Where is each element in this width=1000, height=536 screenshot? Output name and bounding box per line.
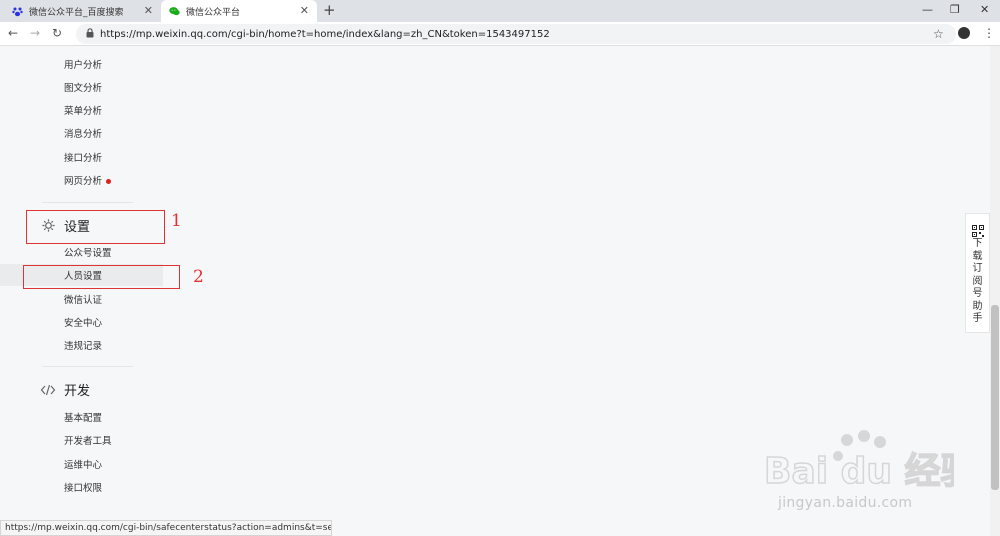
browser-toolbar: ← → ↻ https://mp.weixin.qq.com/cgi-bin/h… <box>0 22 1000 46</box>
baidu-paw-icon <box>12 6 23 17</box>
tab-title: 微信公众平台 <box>186 7 241 18</box>
tab-title: 微信公众平台_百度搜索 <box>29 7 124 18</box>
menu-item-user-analysis[interactable]: 用户分析 <box>64 57 102 71</box>
menu-item-basic-config[interactable]: 基本配置 <box>64 410 102 424</box>
annotation-box-1 <box>26 210 165 244</box>
subscription-assistant-download[interactable]: 下载订阅号助手 <box>965 213 990 333</box>
url-text: https://mp.weixin.qq.com/cgi-bin/home?t=… <box>100 28 550 40</box>
menu-item-api-permissions[interactable]: 接口权限 <box>64 480 102 494</box>
menu-item-web-analysis[interactable]: 网页分析 <box>64 173 112 187</box>
menu-item-wechat-verification[interactable]: 微信认证 <box>64 292 102 306</box>
browser-tab-bar: 微信公众平台_百度搜索 ✕ 微信公众平台 ✕ + — ❐ ✕ <box>0 0 1000 22</box>
menu-item-label: 网页分析 <box>64 176 103 187</box>
watermark-site: jingyan.baidu.com <box>778 495 913 511</box>
menu-item-message-analysis[interactable]: 消息分析 <box>64 126 102 140</box>
address-bar[interactable]: https://mp.weixin.qq.com/cgi-bin/home?t=… <box>76 24 956 44</box>
menu-item-security-center[interactable]: 安全中心 <box>64 315 102 329</box>
lock-icon <box>86 27 94 41</box>
annotation-number-2: 2 <box>193 267 204 287</box>
tab-baidu-search[interactable]: 微信公众平台_百度搜索 ✕ <box>6 0 161 22</box>
menu-item-ops-center[interactable]: 运维中心 <box>64 457 102 471</box>
tab-weixin-mp[interactable]: 微信公众平台 ✕ <box>161 0 317 22</box>
side-tool-label: 下载订阅号助手 <box>972 238 983 324</box>
account-avatar-icon[interactable] <box>958 27 970 39</box>
window-close-icon[interactable]: ✕ <box>980 3 989 16</box>
menu-item-article-analysis[interactable]: 图文分析 <box>64 80 102 94</box>
wechat-icon <box>169 6 180 17</box>
annotation-number-1: 1 <box>171 211 182 231</box>
menu-item-account-settings[interactable]: 公众号设置 <box>64 245 112 259</box>
status-bar-url: https://mp.weixin.qq.com/cgi-bin/safecen… <box>0 520 332 536</box>
close-tab-icon[interactable]: ✕ <box>144 4 153 17</box>
minimize-icon[interactable]: — <box>922 3 933 16</box>
back-icon[interactable]: ← <box>8 26 18 40</box>
restore-icon[interactable]: ❐ <box>950 3 960 16</box>
page-scrollbar-thumb[interactable] <box>991 305 999 490</box>
menu-item-developer-tools[interactable]: 开发者工具 <box>64 433 112 447</box>
code-icon <box>40 382 56 398</box>
annotation-box-2 <box>23 265 180 289</box>
new-dot-badge <box>106 179 112 184</box>
qr-code-icon <box>971 222 984 237</box>
watermark-brand: Bai du 经验 <box>764 451 954 492</box>
menu-divider <box>42 366 133 367</box>
section-title: 开发 <box>64 384 91 399</box>
section-dev-header: 开发 <box>40 380 90 399</box>
reload-icon[interactable]: ↻ <box>52 26 62 40</box>
menu-item-violation-records[interactable]: 违规记录 <box>64 338 102 352</box>
menu-item-menu-analysis[interactable]: 菜单分析 <box>64 103 102 117</box>
forward-icon[interactable]: → <box>30 26 40 40</box>
new-tab-button[interactable]: + <box>323 1 336 19</box>
close-tab-icon[interactable]: ✕ <box>300 4 309 17</box>
browser-menu-icon[interactable]: ⋮ <box>983 26 995 40</box>
menu-item-api-analysis[interactable]: 接口分析 <box>64 150 102 164</box>
bookmark-star-icon[interactable]: ☆ <box>933 27 944 41</box>
menu-divider <box>42 202 133 203</box>
